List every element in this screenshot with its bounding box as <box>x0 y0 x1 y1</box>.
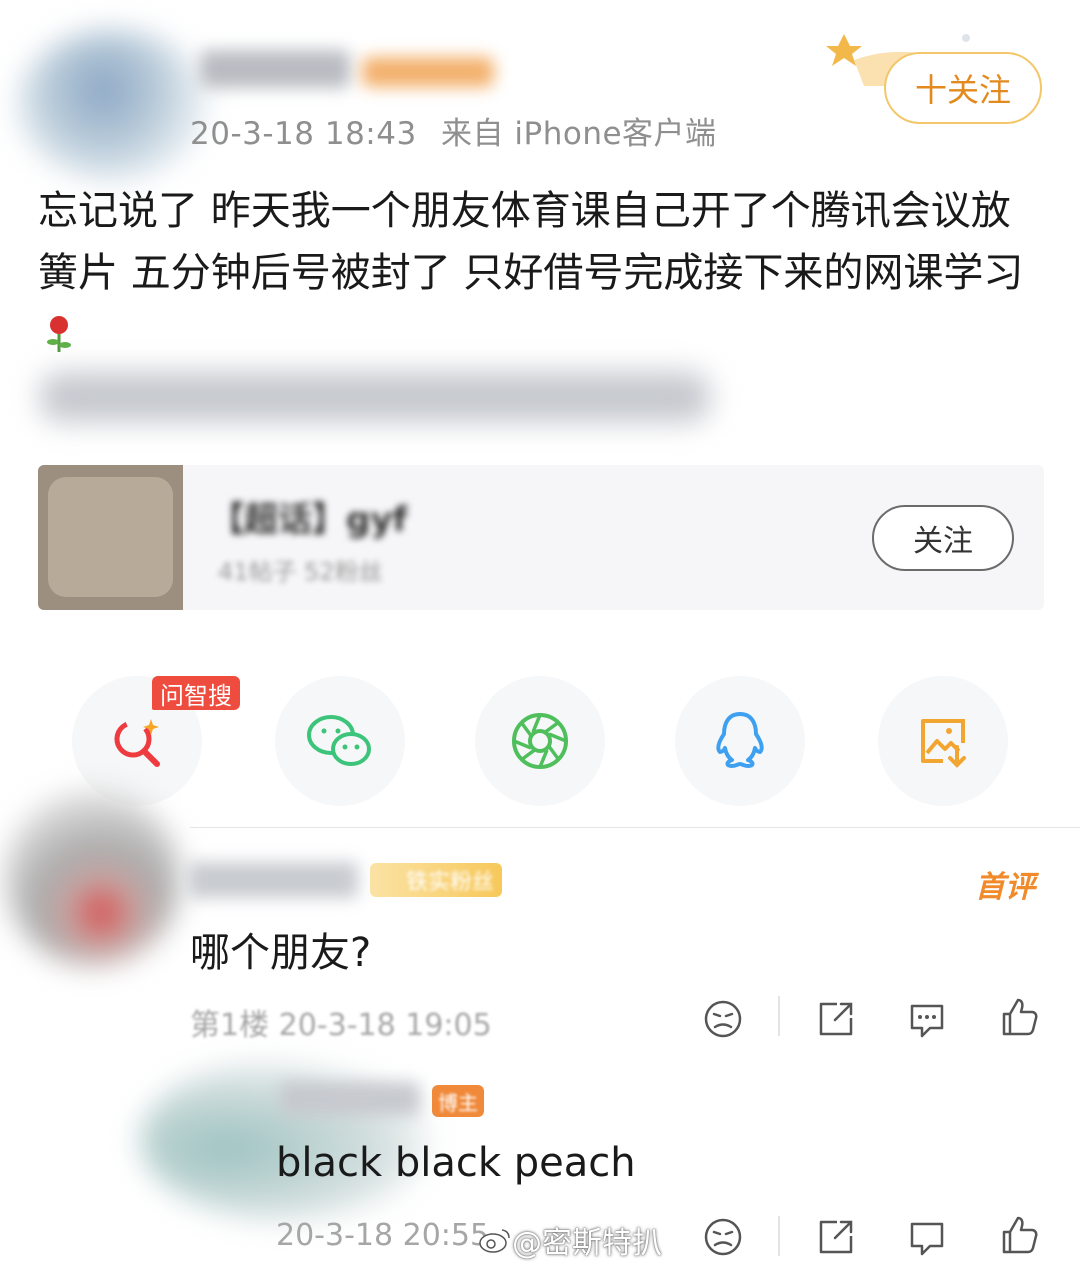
super-topic-stats: 41帖子 52粉丝 <box>218 558 383 586</box>
share-icon[interactable] <box>815 1216 857 1258</box>
author-badge: 博主 <box>432 1085 484 1117</box>
share-moments-button[interactable] <box>475 676 605 806</box>
dislike-icon[interactable] <box>702 1216 744 1258</box>
commenter-avatar[interactable] <box>5 790 180 965</box>
author-avatar[interactable] <box>18 30 208 180</box>
section-divider <box>190 827 1080 828</box>
commenter-name-blurred[interactable] <box>188 862 358 898</box>
replier-name-blurred[interactable] <box>280 1082 420 1116</box>
search-icon <box>114 719 160 767</box>
reply-text: black black peach <box>276 1140 636 1186</box>
watermark-text: @密斯特扒 <box>512 1226 662 1261</box>
action-separator <box>778 1216 780 1256</box>
vip-badge-blurred <box>362 57 494 87</box>
comment-icon[interactable] <box>906 998 948 1040</box>
share-icon[interactable] <box>815 998 857 1040</box>
author-name-blurred[interactable] <box>200 50 350 88</box>
super-topic-title[interactable]: 【超话】gyf <box>210 492 407 541</box>
topic-link-blurred[interactable] <box>40 372 710 422</box>
comment-floor-time: 第1楼 20-3-18 19:05 <box>190 1008 492 1043</box>
super-topic-thumbnail <box>38 465 183 610</box>
watermark: @密斯特扒 <box>478 1218 662 1262</box>
weibo-logo-icon <box>479 1229 510 1253</box>
save-image-button[interactable] <box>878 676 1008 806</box>
post-text: 忘记说了 昨天我一个朋友体育课自己开了个腾讯会议放簧片 五分钟后号被封了 只好借… <box>38 188 1024 296</box>
follow-button[interactable]: 十关注 <box>884 52 1042 124</box>
dislike-icon[interactable] <box>702 998 744 1040</box>
author-badge-label: 博主 <box>438 1090 478 1115</box>
comment-icon[interactable] <box>906 1216 948 1258</box>
like-icon[interactable] <box>998 1214 1040 1256</box>
action-separator <box>778 996 780 1036</box>
fan-level-badge-label: 铁实粉丝 <box>405 870 494 895</box>
fan-level-badge: 铁实粉丝 <box>370 863 502 897</box>
qq-icon <box>716 712 764 768</box>
comment-text: 哪个朋友? <box>190 930 372 976</box>
super-topic-follow-button[interactable]: 关注 <box>872 505 1014 571</box>
post-source: 来自 iPhone客户端 <box>441 116 717 152</box>
share-wechat-button[interactable] <box>275 676 405 806</box>
thumbnail-image <box>48 477 173 597</box>
like-icon[interactable] <box>998 996 1040 1038</box>
post-meta: 20-3-18 18:43 来自 iPhone客户端 <box>190 108 717 153</box>
share-qq-button[interactable] <box>675 676 805 806</box>
reply-time: 20-3-18 20:55 <box>276 1218 490 1253</box>
post-content: 忘记说了 昨天我一个朋友体育课自己开了个腾讯会议放簧片 五分钟后号被封了 只好借… <box>38 180 1048 366</box>
post-timestamp: 20-3-18 18:43 <box>190 116 417 152</box>
moments-icon <box>512 713 568 769</box>
wechat-icon <box>307 715 371 766</box>
search-tag-badge: 问智搜 <box>152 676 240 710</box>
save-image-icon <box>921 719 966 768</box>
first-comment-label: 首评 <box>975 870 1035 905</box>
rose-icon <box>47 316 71 352</box>
